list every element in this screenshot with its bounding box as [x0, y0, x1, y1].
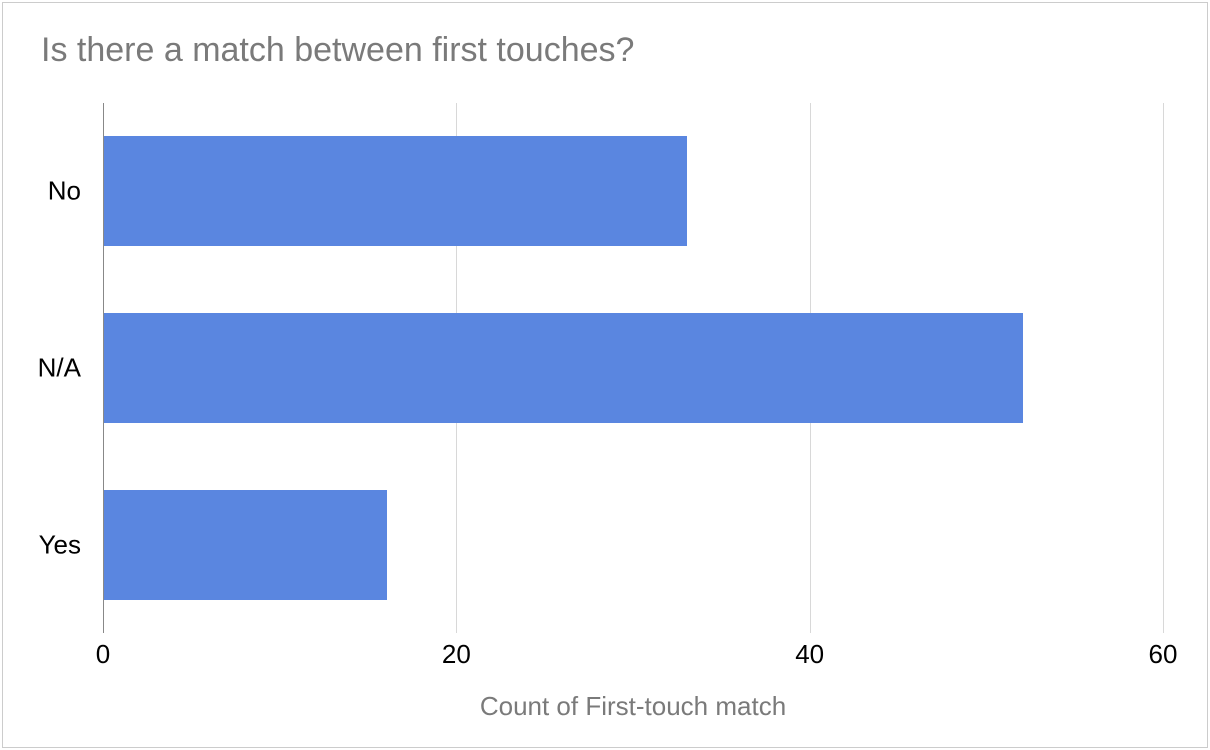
chart-title: Is there a match between first touches?: [41, 31, 634, 70]
chart-container: Is there a match between first touches? …: [2, 2, 1208, 748]
y-axis-labels: No N/A Yes: [3, 103, 93, 633]
bar-row-no: [104, 136, 687, 246]
y-label-2: Yes: [39, 529, 81, 560]
y-label-0: No: [48, 176, 81, 207]
x-tick-0: 0: [96, 639, 110, 670]
y-label-1: N/A: [38, 353, 81, 384]
y-axis-line: [103, 103, 104, 633]
bar-row-na: [104, 313, 1023, 423]
bar-na: [104, 313, 1023, 423]
bar-row-yes: [104, 490, 387, 600]
x-tick-2: 40: [795, 639, 824, 670]
bar-yes: [104, 490, 387, 600]
x-tick-1: 20: [442, 639, 471, 670]
bar-no: [104, 136, 687, 246]
x-axis-title: Count of First-touch match: [103, 691, 1163, 722]
plot-area: [103, 103, 1163, 633]
gridline-60: [1163, 103, 1164, 633]
bars-group: [103, 103, 1163, 633]
x-tick-3: 60: [1149, 639, 1178, 670]
x-axis-labels: 0 20 40 60: [103, 639, 1163, 679]
